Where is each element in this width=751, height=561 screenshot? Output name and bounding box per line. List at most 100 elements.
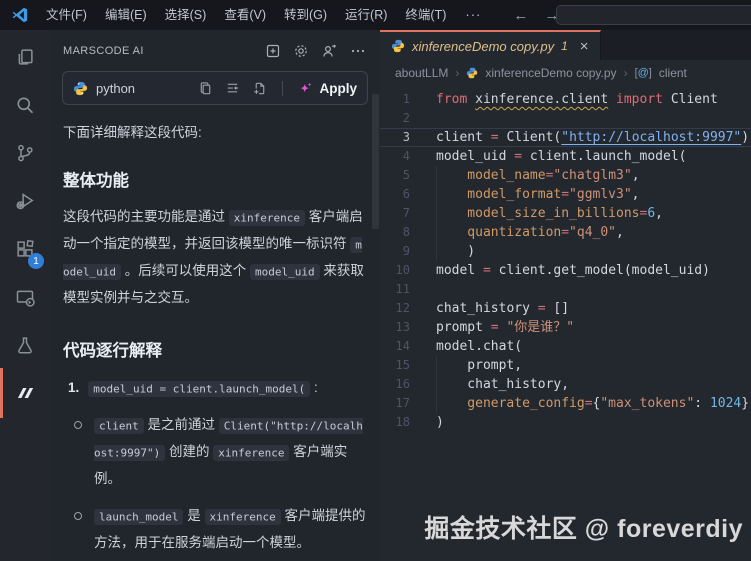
inline-code: xinference [213,444,290,461]
menu-item[interactable]: 运行(R) [336,0,396,30]
breadcrumb-chevron: › [455,66,460,80]
inline-code: model_uid = client.launch_model( [88,380,311,397]
line-number: 9 [402,244,410,258]
ordered-list-item: 1. model_uid = client.launch_model( : [63,376,366,401]
code-line[interactable]: 18) [380,413,751,432]
python-logo-icon [73,81,88,96]
tab-problem-count: 1 [561,39,568,53]
breadcrumb-folder[interactable]: aboutLLM [395,66,448,80]
breadcrumb: aboutLLM › xinferenceDemo copy.py › [@] … [380,60,751,86]
code-line-text: ) [410,242,475,261]
menu-item[interactable]: 查看(V) [215,0,275,30]
menu-item[interactable]: 选择(S) [156,0,216,30]
code-line-text: model = client.get_model(model_uid) [436,263,710,278]
apply-button-label: Apply [319,80,357,96]
breadcrumb-symbol[interactable]: client [659,66,687,80]
line-number: 11 [395,282,410,296]
code-line[interactable]: 8 quantization="q4_0", [380,223,751,242]
line-number: 2 [402,111,410,125]
menu-item[interactable]: 编辑(E) [96,0,156,30]
explorer-icon [15,47,35,67]
code-line[interactable]: 6 model_format="ggmlv3", [380,185,751,204]
menu-item[interactable]: 转到(G) [275,0,336,30]
code-area[interactable]: 1 from xinference.client import Client 2 3 c… [380,90,751,432]
code-line[interactable]: 4 model_uid = client.launch_model( [380,147,751,166]
sidebar-item-testing[interactable] [0,321,50,369]
indent-guide [436,223,467,242]
bullet-list-item: client 是之前通过 Client("http://localhost:99… [63,412,366,492]
sidebar-item-source-control[interactable] [0,129,50,177]
line-number: 18 [395,415,410,429]
indent-guide [436,356,467,375]
more-menus-button[interactable]: ··· [455,1,491,29]
new-file-icon[interactable] [252,81,267,96]
settings-gear-icon[interactable] [293,43,309,59]
more-actions-icon[interactable] [350,43,366,59]
run-debug-icon [15,191,35,211]
chat-response: 下面详细解释这段代码: 整体功能 这段代码的主要功能是通过 xinference … [50,121,380,561]
sidebar-item-run-debug[interactable] [0,177,50,225]
code-line-text: chat_history, [410,375,569,394]
navigate-back-icon[interactable]: ← [513,7,528,24]
marscode-icon [14,382,36,404]
tab-xinference-demo-copy[interactable]: xinferenceDemo copy.py 1 × [380,30,601,60]
indent-guide [436,204,467,223]
code-line[interactable]: 2 [380,109,751,128]
section-heading: 整体功能 [63,172,129,190]
code-line[interactable]: 12 chat_history = [] [380,299,751,318]
account-icon[interactable] [321,43,338,59]
menu-bar: 文件(F) 编辑(E) 选择(S) 查看(V) 转到(G) 运行(R) 终端(T) [37,0,455,30]
code-line[interactable]: 5 model_name="chatglm3", [380,166,751,185]
line-number: 17 [395,396,410,410]
editor-tab-bar: xinferenceDemo copy.py 1 × [380,30,751,60]
list-marker: 1. [68,380,80,395]
code-line[interactable]: 9) [380,242,751,261]
indent-guide [436,394,467,413]
breadcrumb-file[interactable]: xinferenceDemo copy.py [485,66,616,80]
code-line[interactable]: 14 model.chat( [380,337,751,356]
source-control-icon [15,143,35,163]
code-line[interactable]: 10 model = client.get_model(model_uid) [380,261,751,280]
panel-scrollbar[interactable] [372,94,379,229]
code-line[interactable]: 13 prompt = "你是谁？" [380,318,751,337]
editor-group: xinferenceDemo copy.py 1 × aboutLLM › xi… [380,30,751,561]
watermark-text: 掘金技术社区 @ foreverdiy [424,515,743,543]
code-line[interactable]: 1 from xinference.client import Client [380,90,751,109]
remote-explorer-icon [15,287,35,307]
menu-item[interactable]: 终端(T) [396,0,455,30]
text-run: 。后续可以使用这个 [120,263,250,278]
line-number: 13 [395,320,410,334]
line-number: 10 [395,263,410,277]
sidebar-item-explorer[interactable] [0,33,50,81]
indent-guide [436,242,467,261]
code-line[interactable]: 15 prompt, [380,356,751,375]
text-run: 是之前通过 [143,417,219,432]
insert-code-icon[interactable] [225,81,240,96]
sidebar-item-remote-explorer[interactable] [0,273,50,321]
copy-code-icon[interactable] [198,81,213,96]
code-line[interactable]: 16 chat_history, [380,375,751,394]
python-logo-icon [391,39,405,53]
line-number: 15 [395,358,410,372]
sparkle-icon [298,81,313,96]
code-line[interactable]: 3 client = Client("http://localhost:9997"… [380,128,751,147]
code-line[interactable]: 11 [380,280,751,299]
code-line-text: prompt = "你是谁？" [436,320,575,335]
text-run: : [310,380,318,395]
paragraph: 这段代码的主要功能是通过 xinference 客户端启动一个指定的模型，并返回… [63,204,366,311]
command-center-search-box[interactable] [556,5,751,25]
line-number: 8 [402,225,410,239]
code-line[interactable]: 17 generate_config={"max_tokens": 1024} [380,394,751,413]
sidebar-item-search[interactable] [0,81,50,129]
new-chat-icon[interactable] [265,43,281,59]
sidebar-item-extensions[interactable]: 1 [0,225,50,273]
code-line-text: ) [436,415,444,430]
line-number: 4 [402,149,410,163]
menu-item[interactable]: 文件(F) [37,0,96,30]
code-line[interactable]: 7 model_size_in_billions=6, [380,204,751,223]
close-icon[interactable]: × [580,38,589,55]
apply-button[interactable]: Apply [298,81,357,96]
sidebar-item-marscode[interactable] [0,368,50,418]
